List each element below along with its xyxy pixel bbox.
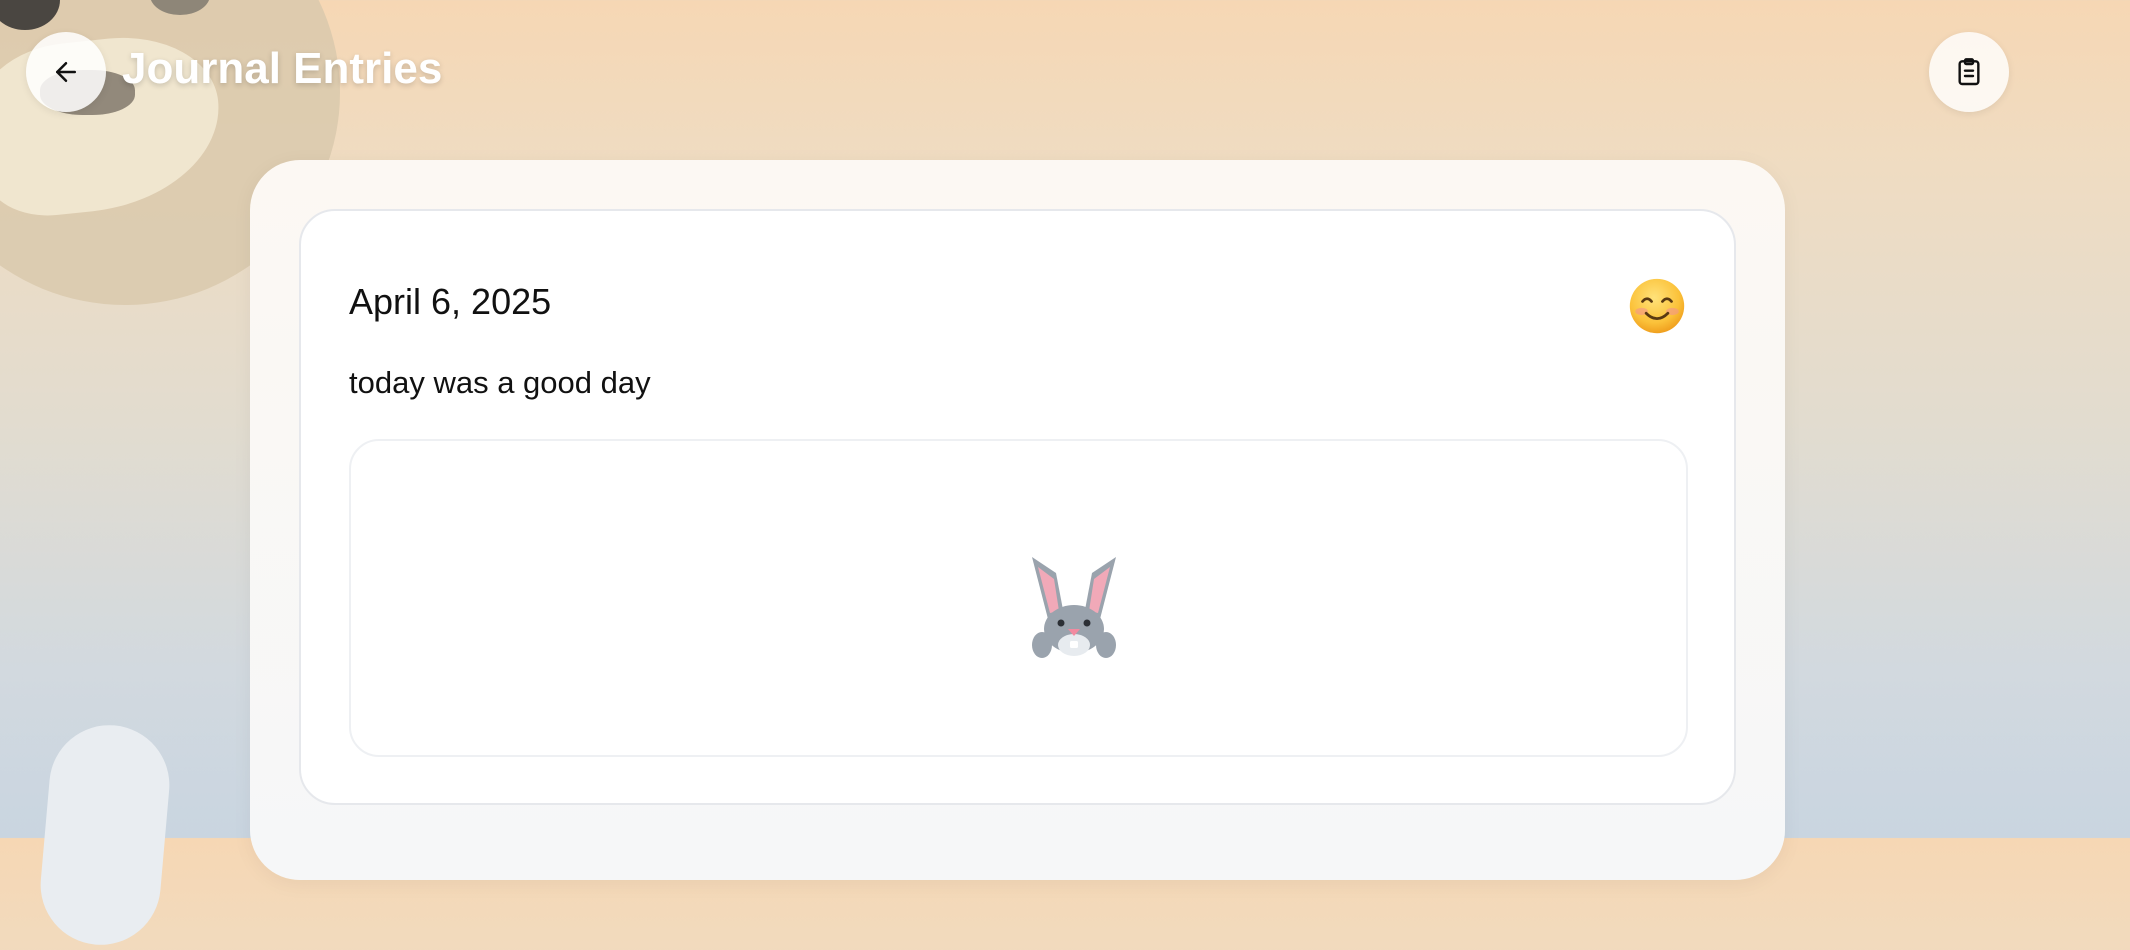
journal-list-button[interactable] xyxy=(1929,32,2009,112)
page-title: Journal Entries xyxy=(122,44,443,93)
entries-panel: April 6, 2025 today was a good day xyxy=(250,160,1785,880)
page-header: Journal Entries xyxy=(0,0,2130,150)
entry-image xyxy=(349,439,1688,757)
clipboard-icon xyxy=(1958,58,1980,86)
back-button[interactable] xyxy=(26,32,106,112)
journal-entry-card[interactable]: April 6, 2025 today was a good day xyxy=(299,209,1736,805)
smiling-face-icon xyxy=(1629,278,1685,334)
background-blob xyxy=(35,720,175,950)
entry-text: today was a good day xyxy=(349,365,651,400)
arrow-left-icon xyxy=(56,62,76,82)
entry-date: April 6, 2025 xyxy=(349,281,552,322)
rabbit-face-icon xyxy=(1032,557,1116,658)
